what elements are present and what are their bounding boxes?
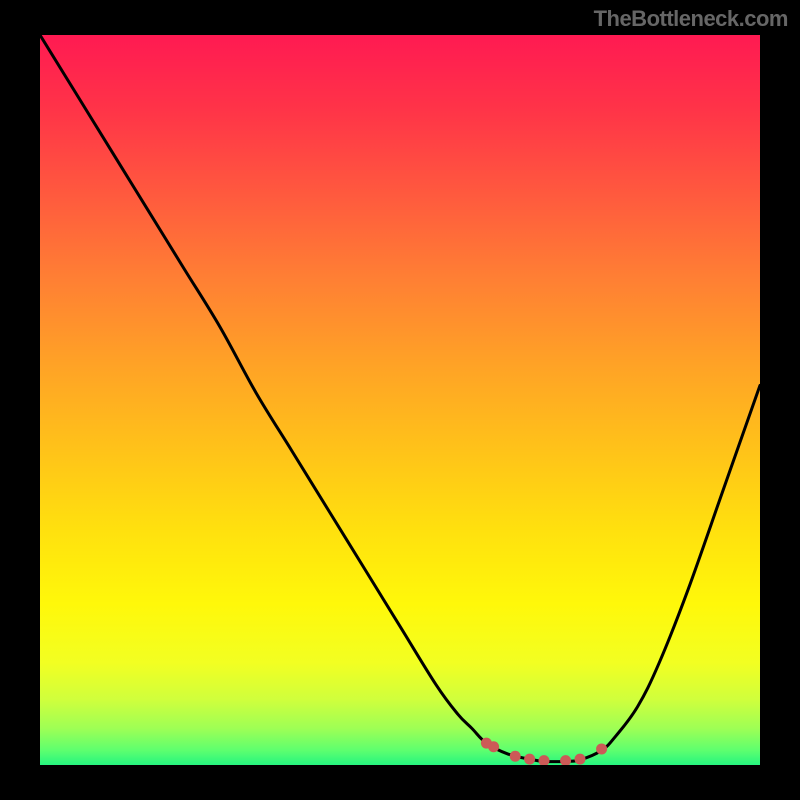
curve-marker bbox=[524, 754, 535, 765]
curve-marker bbox=[575, 754, 586, 765]
attribution-text: TheBottleneck.com bbox=[594, 6, 788, 32]
chart-overlay bbox=[40, 35, 760, 765]
bottleneck-curve bbox=[40, 35, 760, 762]
curve-marker bbox=[596, 743, 607, 754]
chart-plot-area bbox=[40, 35, 760, 765]
curve-marker bbox=[560, 755, 571, 765]
curve-marker bbox=[488, 741, 499, 752]
curve-marker bbox=[510, 751, 521, 762]
curve-marker bbox=[539, 755, 550, 765]
